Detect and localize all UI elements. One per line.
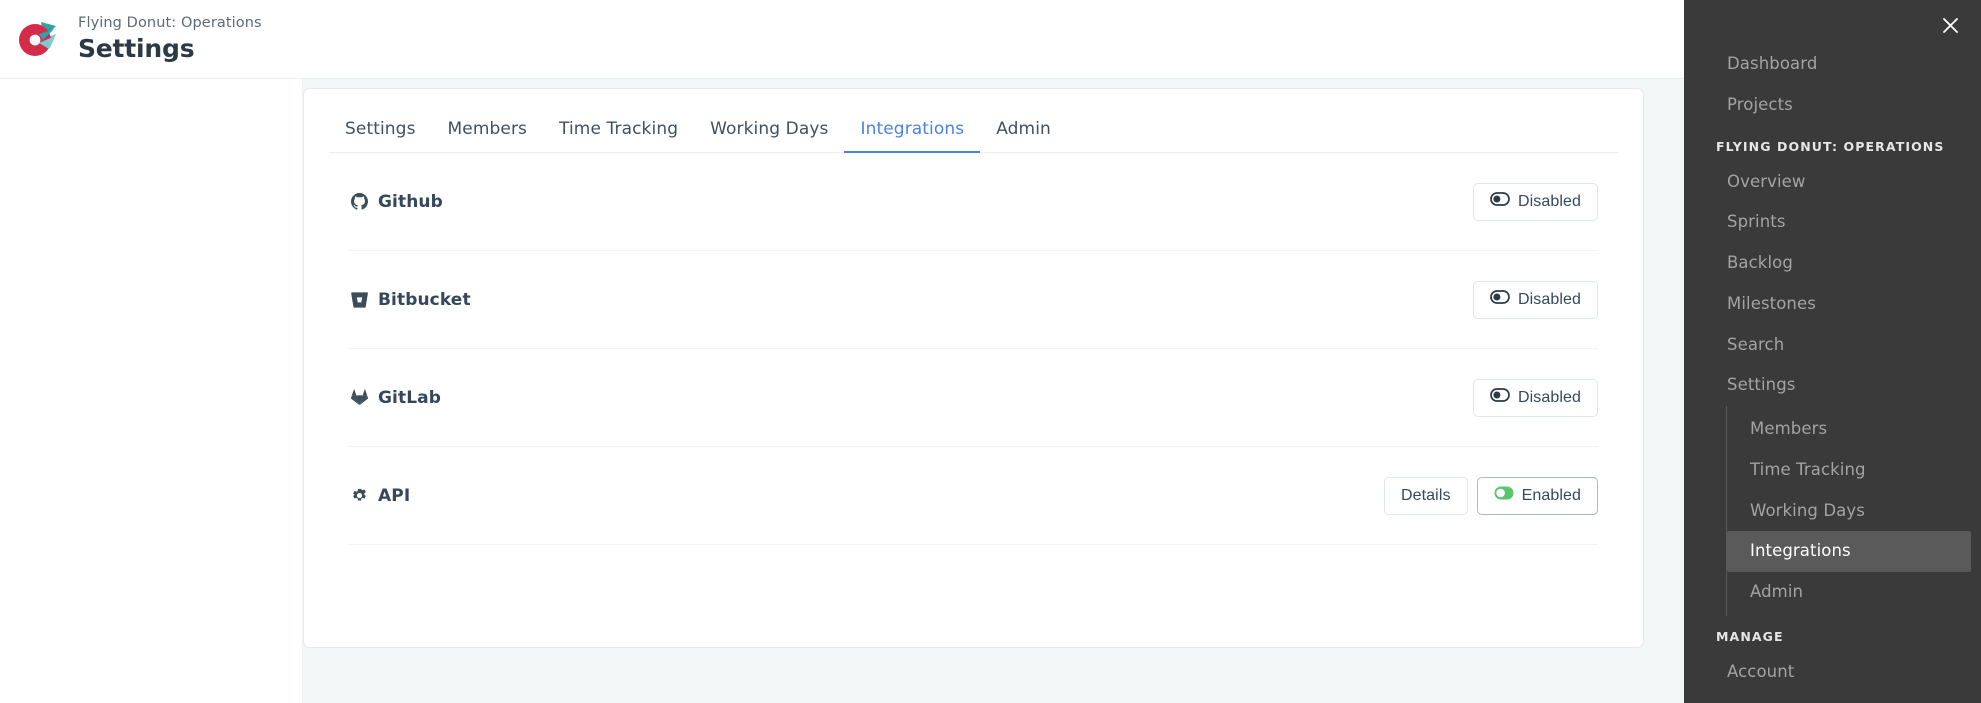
toggle-off-icon	[1490, 388, 1510, 407]
integration-actions: Details Enabled	[1383, 476, 1598, 515]
tab-working-days[interactable]: Working Days	[694, 109, 844, 152]
integration-actions: Disabled	[1472, 378, 1598, 417]
sidebar-item-overview[interactable]: Overview	[1684, 162, 1981, 203]
integration-actions: Disabled	[1472, 182, 1598, 221]
left-gutter	[0, 79, 303, 703]
page-header: Flying Donut: Operations Settings	[0, 0, 1684, 79]
integration-name: API	[378, 485, 411, 506]
tab-integrations[interactable]: Integrations	[844, 109, 980, 153]
close-icon[interactable]	[1933, 8, 1967, 42]
enabled-toggle-button[interactable]: Enabled	[1476, 476, 1598, 515]
breadcrumb: Flying Donut: Operations	[78, 14, 262, 31]
integration-row: API Details Enabled	[349, 447, 1598, 545]
settings-tabs: Settings Members Time Tracking Working Days…	[329, 89, 1618, 153]
tab-time-tracking[interactable]: Time Tracking	[543, 109, 694, 152]
sidebar-nav: Dashboard Projects FLYING DONUT: OPERATION…	[1684, 0, 1981, 703]
integration-row: Github Disabled	[349, 153, 1598, 251]
integration-actions: Disabled	[1472, 280, 1598, 319]
sidebar-item-billing[interactable]: Billing	[1684, 693, 1981, 703]
toggle-off-icon	[1490, 290, 1510, 309]
tab-settings[interactable]: Settings	[329, 109, 432, 152]
integration-status-label: Disabled	[1517, 290, 1581, 308]
disabled-toggle-button[interactable]: Disabled	[1472, 182, 1598, 221]
integration-status-label: Disabled	[1517, 388, 1581, 406]
sidebar-settings-subnav: Members Time Tracking Working Days Integrat…	[1726, 406, 1981, 616]
disabled-toggle-button[interactable]: Disabled	[1472, 378, 1598, 417]
app-root: Flying Donut: Operations Settings Settin…	[0, 0, 1981, 703]
sidebar-section-project: FLYING DONUT: OPERATIONS	[1716, 138, 1945, 154]
sidebar-item-time-tracking[interactable]: Time Tracking	[1727, 450, 1981, 491]
sidebar-item-milestones[interactable]: Milestones	[1684, 284, 1981, 325]
sidebar-item-search[interactable]: Search	[1684, 325, 1981, 366]
bitbucket-icon	[349, 290, 369, 310]
main-content: Settings Members Time Tracking Working Days…	[303, 79, 1684, 703]
toggle-on-icon	[1494, 486, 1514, 505]
navigation-sidebar: Dashboard Projects FLYING DONUT: OPERATION…	[1684, 0, 1981, 703]
sidebar-item-sprints[interactable]: Sprints	[1684, 202, 1981, 243]
flying-donut-logo[interactable]	[10, 12, 64, 66]
sidebar-item-members[interactable]: Members	[1727, 409, 1981, 450]
gear-icon	[349, 486, 369, 506]
sidebar-item-integrations[interactable]: Integrations	[1727, 531, 1971, 572]
tab-admin[interactable]: Admin	[980, 109, 1067, 152]
integration-row: Bitbucket Disabled	[349, 251, 1598, 349]
sidebar-item-admin[interactable]: Admin	[1727, 572, 1981, 613]
integration-row: GitLab Disabled	[349, 349, 1598, 447]
integration-identity: Github	[349, 192, 443, 212]
tab-members[interactable]: Members	[432, 109, 543, 152]
gitlab-icon	[349, 388, 369, 408]
integration-name: Github	[378, 191, 443, 212]
header-titles: Flying Donut: Operations Settings	[78, 14, 262, 65]
toggle-off-icon	[1490, 192, 1510, 211]
page-title: Settings	[78, 34, 195, 64]
integration-identity: GitLab	[349, 388, 441, 408]
github-icon	[349, 192, 369, 212]
sidebar-item-backlog[interactable]: Backlog	[1684, 243, 1981, 284]
integration-identity: API	[349, 486, 410, 506]
integration-identity: Bitbucket	[349, 290, 471, 310]
integration-name: Bitbucket	[378, 289, 471, 310]
sidebar-item-settings[interactable]: Settings	[1684, 365, 1981, 406]
details-button[interactable]: Details	[1383, 476, 1468, 515]
integration-status-label: Disabled	[1517, 192, 1581, 210]
sidebar-item-projects[interactable]: Projects	[1684, 85, 1981, 126]
settings-card: Settings Members Time Tracking Working Days…	[303, 88, 1644, 648]
integration-list: Github Disabled Bitbucket Disabled GitLab Dis…	[329, 153, 1618, 545]
sidebar-item-dashboard[interactable]: Dashboard	[1684, 44, 1981, 85]
sidebar-item-account[interactable]: Account	[1684, 652, 1981, 693]
integration-name: GitLab	[378, 387, 441, 408]
sidebar-item-working-days[interactable]: Working Days	[1727, 491, 1981, 532]
disabled-toggle-button[interactable]: Disabled	[1472, 280, 1598, 319]
integration-status-label: Enabled	[1521, 486, 1581, 504]
sidebar-section-manage: MANAGE	[1716, 628, 1784, 644]
